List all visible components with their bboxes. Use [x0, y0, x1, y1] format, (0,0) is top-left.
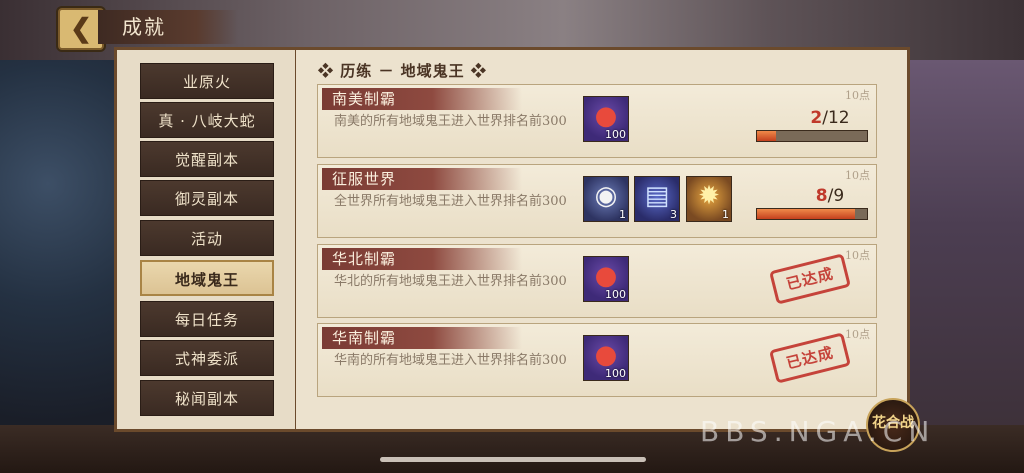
red-magatama-icon[interactable]: ● 100 [583, 335, 629, 381]
achievement-name: 征服世界 [332, 170, 397, 188]
sidebar-item-daily-tasks[interactable]: 每日任务 [140, 301, 274, 337]
progress-bar [756, 130, 868, 142]
achievement-points: 10点 [845, 328, 870, 341]
sidebar-item-yamata-orochi[interactable]: 真 · 八岐大蛇 [140, 102, 274, 138]
achievement-desc: 南美的所有地域鬼王进入世界排名前300 [334, 114, 567, 129]
achievement-name: 华北制霸 [332, 250, 397, 268]
achievement-points: 10点 [845, 169, 870, 182]
daruma-mask-icon[interactable]: ◉ 1 [583, 176, 629, 222]
sidebar-item-demon-king[interactable]: 地域鬼王 [140, 260, 274, 296]
achievement-desc: 全世界所有地域鬼王进入世界排名前300 [334, 194, 567, 209]
reward-qty: 100 [605, 128, 626, 141]
progress-count: 2/12 [810, 108, 850, 128]
reward-qty: 1 [722, 208, 729, 221]
sidebar-item-secret-dungeon[interactable]: 秘闻副本 [140, 380, 274, 416]
background-scenery-right [905, 60, 1024, 473]
sidebar-item-soul-dungeon[interactable]: 御灵副本 [140, 180, 274, 216]
blue-ticket-icon[interactable]: ▤ 3 [634, 176, 680, 222]
sidebar-item-shikigami-dispatch[interactable]: 式神委派 [140, 340, 274, 376]
back-arrow-icon: ❮ [70, 14, 92, 44]
background-scenery-left [0, 60, 120, 473]
reward-qty: 100 [605, 288, 626, 301]
red-magatama-icon[interactable]: ● 100 [583, 256, 629, 302]
achievement-desc: 华北的所有地域鬼王进入世界排名前300 [334, 274, 567, 289]
watermark: BBS.NGA.CN [700, 415, 936, 448]
section-title: ❖ 历练 － 地域鬼王 ❖ [318, 62, 487, 80]
home-indicator[interactable] [380, 457, 646, 462]
sidebar-item-awakening[interactable]: 觉醒副本 [140, 141, 274, 177]
sidebar-item-yeyuanhuo[interactable]: 业原火 [140, 63, 274, 99]
achievement-name: 南美制霸 [332, 90, 397, 108]
fire-orb-icon[interactable]: ✹ 1 [686, 176, 732, 222]
red-magatama-icon[interactable]: ● 100 [583, 96, 629, 142]
achievement-points: 10点 [845, 89, 870, 102]
achievement-name: 华南制霸 [332, 329, 397, 347]
progress-bar [756, 208, 868, 220]
sidebar-item-events[interactable]: 活动 [140, 220, 274, 256]
achievement-desc: 华南的所有地域鬼王进入世界排名前300 [334, 353, 567, 368]
page-title: 成就 [98, 10, 238, 44]
reward-qty: 100 [605, 367, 626, 380]
achievement-points: 10点 [845, 249, 870, 262]
reward-qty: 3 [670, 208, 677, 221]
reward-qty: 1 [619, 208, 626, 221]
progress-count: 8/9 [815, 186, 845, 206]
